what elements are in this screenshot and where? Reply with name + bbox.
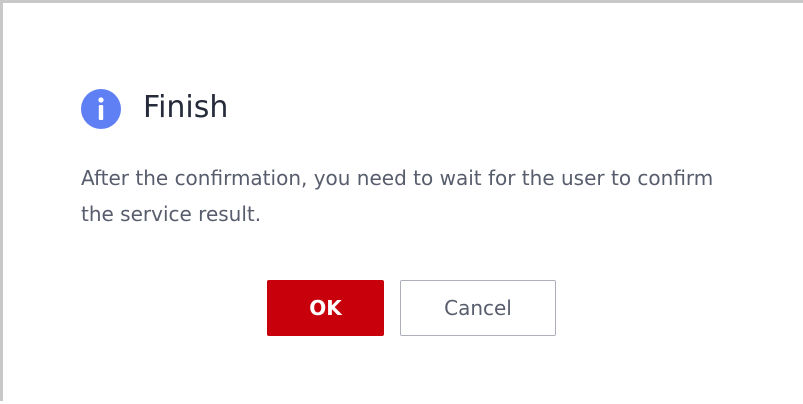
ok-button[interactable]: OK [267, 280, 384, 336]
info-icon [81, 89, 121, 129]
dialog-message: After the confirmation, you need to wait… [81, 166, 714, 226]
confirm-dialog: Finish After the confirmation, you need … [6, 6, 803, 404]
info-glyph [98, 97, 104, 120]
dialog-frame: Finish After the confirmation, you need … [0, 0, 803, 404]
cancel-button[interactable]: Cancel [400, 280, 556, 336]
dialog-title: Finish [143, 90, 229, 125]
